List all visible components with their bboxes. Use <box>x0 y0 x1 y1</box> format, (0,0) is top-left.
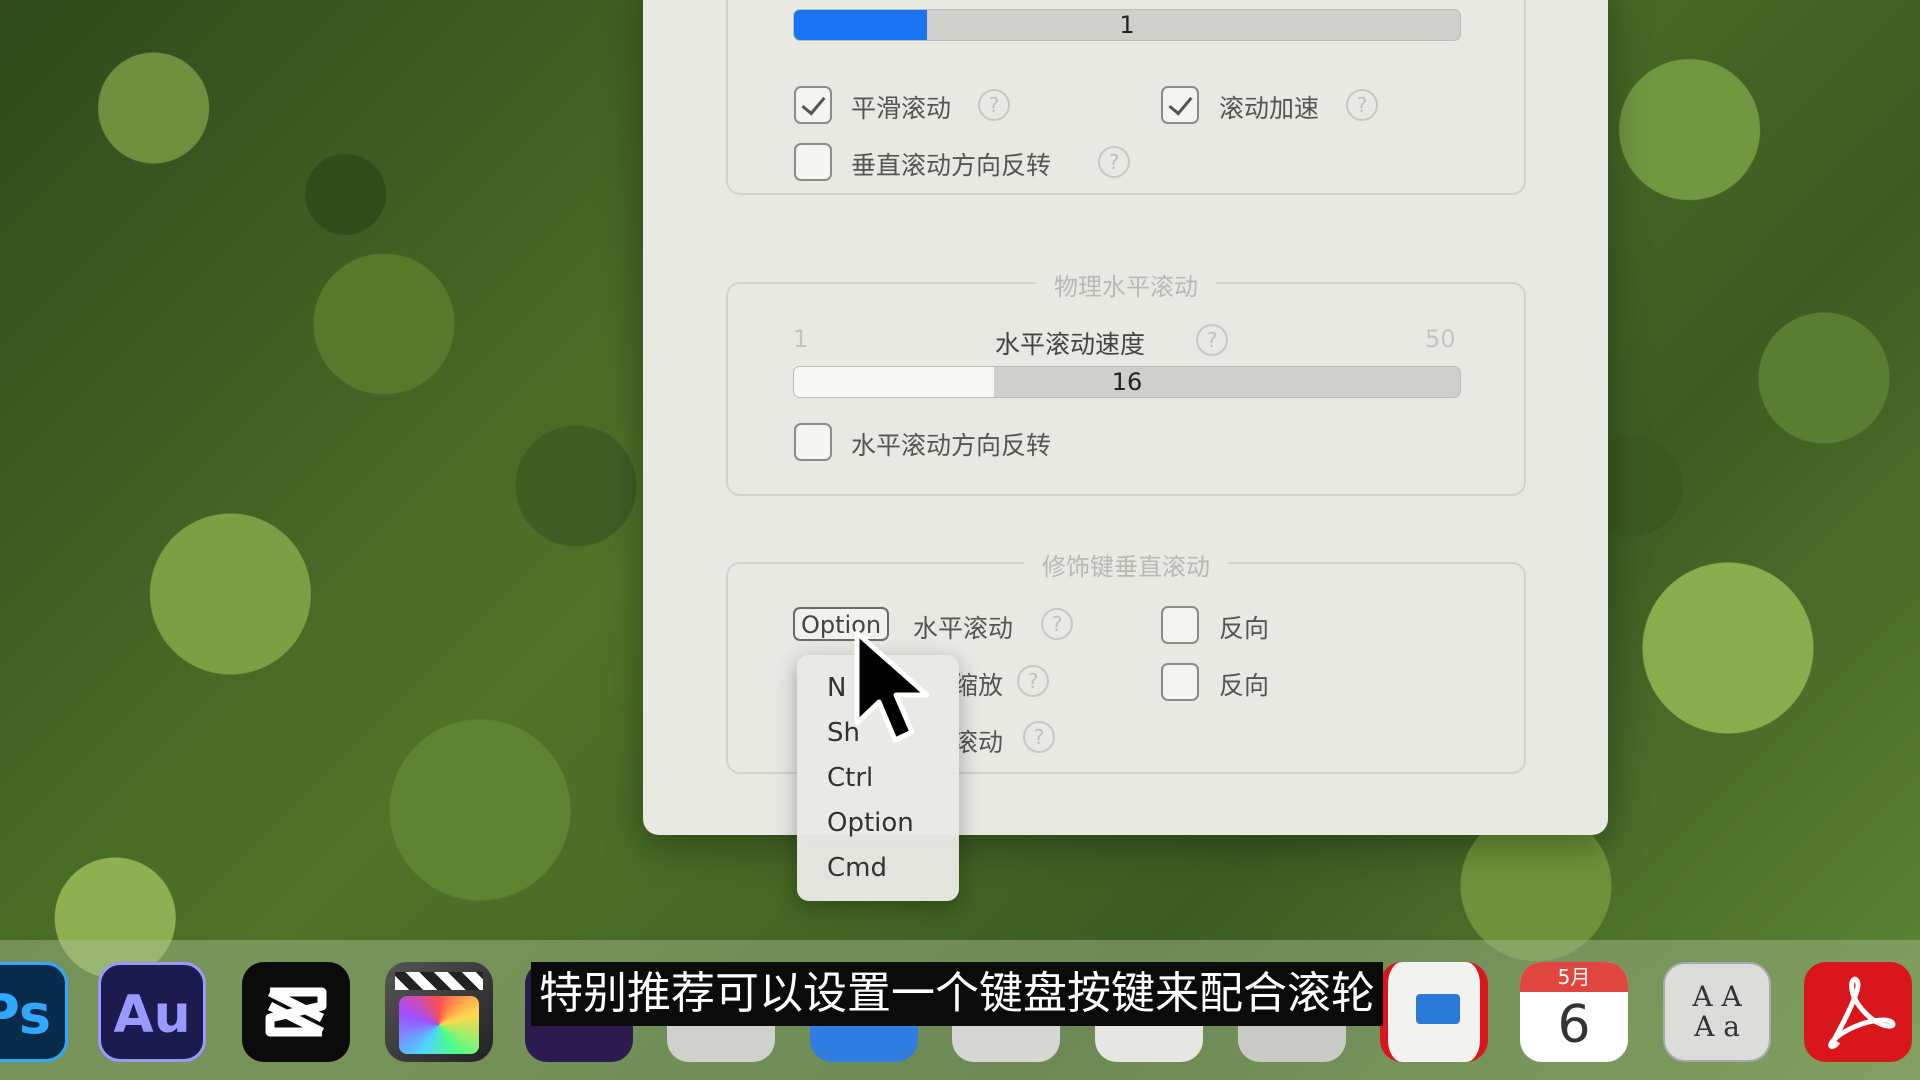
row1-reverse-checkbox[interactable] <box>1161 606 1199 644</box>
horizontal-scroll-title: 物理水平滚动 <box>1036 273 1216 301</box>
settings-window: 1 平滑滚动 ? 滚动加速 ? 垂直滚动方向反转 ? 物理水平滚动 1 水平滚动… <box>643 0 1608 835</box>
help-icon[interactable]: ? <box>1346 89 1378 121</box>
horizontal-speed-label: 水平滚动速度 <box>995 330 1146 359</box>
scroll-accel-checkbox[interactable] <box>1161 86 1199 124</box>
help-icon[interactable]: ? <box>1196 324 1228 356</box>
mouse-cursor-icon <box>854 630 930 743</box>
help-icon[interactable]: ? <box>1041 608 1073 640</box>
menu-item-cmd[interactable]: Cmd <box>827 853 887 883</box>
horizontal-reverse-checkbox[interactable] <box>794 423 832 461</box>
row1-reverse-label: 反向 <box>1219 614 1270 643</box>
row2-reverse-label: 反向 <box>1219 671 1270 700</box>
smooth-scroll-label: 平滑滚动 <box>851 94 952 123</box>
vertical-reverse-label: 垂直滚动方向反转 <box>851 151 1052 180</box>
acrobat-icon[interactable] <box>1804 962 1912 1062</box>
menu-item-option[interactable]: Option <box>827 808 914 838</box>
slider-min-label: 1 <box>793 325 809 353</box>
help-icon[interactable]: ? <box>978 89 1010 121</box>
audition-icon[interactable]: Au <box>98 962 206 1062</box>
app-icon[interactable] <box>1380 962 1488 1062</box>
help-icon[interactable]: ? <box>1098 146 1130 178</box>
help-icon[interactable]: ? <box>1023 721 1055 753</box>
scroll-accel-label: 滚动加速 <box>1219 94 1320 123</box>
horizontal-reverse-label: 水平滚动方向反转 <box>851 431 1052 460</box>
font-book-icon[interactable]: A AA a <box>1663 962 1771 1062</box>
row3-modifier-label: 滚动 <box>953 728 1004 757</box>
photoshop-icon[interactable]: Ps <box>0 962 68 1062</box>
scroll-speed-slider[interactable]: 1 <box>793 9 1461 41</box>
horizontal-speed-value: 16 <box>1111 368 1143 396</box>
zoom-modifier-label: 缩放 <box>953 671 1004 700</box>
capcut-icon[interactable] <box>242 962 350 1062</box>
calendar-icon[interactable]: 5月 6 <box>1520 962 1628 1062</box>
slider-max-label: 50 <box>1425 325 1456 353</box>
help-icon[interactable]: ? <box>1017 665 1049 697</box>
final-cut-icon[interactable] <box>385 962 493 1062</box>
modifier-scroll-title: 修饰键垂直滚动 <box>1024 553 1228 581</box>
menu-item-ctrl[interactable]: Ctrl <box>827 763 873 793</box>
scroll-speed-value: 1 <box>1119 11 1135 39</box>
horizontal-speed-slider[interactable]: 16 <box>793 366 1461 398</box>
video-subtitle: 特别推荐可以设置一个键盘按键来配合滚轮 <box>531 962 1383 1026</box>
menu-item-none[interactable]: N <box>827 673 846 703</box>
vertical-reverse-checkbox[interactable] <box>794 143 832 181</box>
row2-reverse-checkbox[interactable] <box>1161 663 1199 701</box>
smooth-scroll-checkbox[interactable] <box>794 86 832 124</box>
